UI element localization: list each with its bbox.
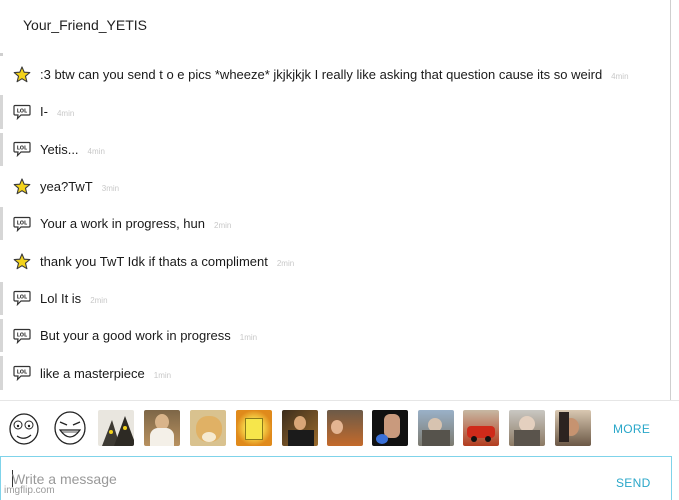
- svg-text:LOL: LOL: [17, 109, 28, 115]
- meme-bernie-icon[interactable]: [509, 410, 545, 446]
- meme-reaction-icon[interactable]: [555, 410, 591, 446]
- svg-text:LOL: LOL: [17, 370, 28, 376]
- message-row: :3 btw can you send t o e pics *wheeze* …: [0, 56, 670, 93]
- message-text: yea?TwT: [40, 179, 93, 195]
- message-timestamp: 4min: [56, 109, 75, 119]
- svg-text:LOL: LOL: [17, 332, 28, 338]
- svg-text:LOL: LOL: [17, 295, 28, 301]
- watermark: imgflip.com: [4, 485, 55, 496]
- sender-marker: [0, 132, 3, 166]
- message-timestamp: 4min: [611, 72, 629, 82]
- message-row: LOL Your a work in progress, hun 2min: [0, 205, 670, 242]
- send-button[interactable]: SEND: [616, 476, 651, 490]
- sender-marker: [0, 281, 3, 316]
- lol-speech-bubble-icon: LOL: [13, 141, 31, 158]
- message-row: LOL Yetis... 4min: [0, 131, 670, 168]
- message-row: LOL Lol It is 2min: [0, 280, 670, 317]
- meme-jesus-icon[interactable]: [144, 410, 180, 446]
- more-memes-button[interactable]: MORE: [613, 422, 650, 436]
- message-timestamp: 1min: [153, 370, 172, 380]
- sender-marker: [0, 95, 3, 129]
- message-text: Yetis...: [40, 141, 79, 157]
- message-timestamp: 2min: [276, 258, 295, 268]
- message-row: LOL like a masterpiece 1min: [0, 354, 670, 391]
- message-row: yea?TwT 3min: [0, 168, 670, 205]
- meme-disaster-girl-icon[interactable]: [327, 410, 363, 446]
- message-timestamp: 4min: [87, 146, 105, 156]
- message-text: Lol It is: [40, 290, 82, 306]
- lol-speech-bubble-icon: LOL: [13, 216, 31, 232]
- meme-bar: MORE: [0, 400, 679, 456]
- star-icon: [13, 253, 31, 269]
- message-timestamp: 3min: [101, 184, 120, 194]
- message-text: Your a work in progress, hun: [40, 216, 206, 232]
- message-text: :3 btw can you send t o e pics *wheeze* …: [40, 67, 603, 83]
- lol-speech-bubble-icon: LOL: [13, 328, 31, 344]
- message-row: LOL But your a good work in progress 1min: [0, 317, 670, 354]
- message-text: I-: [40, 104, 48, 120]
- message-timestamp: 2min: [214, 221, 232, 231]
- lol-speech-bubble-icon: LOL: [13, 290, 31, 307]
- meme-cats-icon[interactable]: [98, 410, 134, 446]
- svg-text:LOL: LOL: [17, 146, 28, 152]
- star-icon: [13, 66, 31, 83]
- star-icon: [13, 178, 31, 195]
- lol-speech-bubble-icon: LOL: [13, 365, 31, 382]
- message-list: :3 btw can you send t o e pics *wheeze* …: [0, 56, 670, 392]
- sender-marker: [0, 356, 3, 390]
- message-row: thank you TwT Idk if thats a compliment 2…: [0, 242, 670, 279]
- chat-title: Your_Friend_YETIS: [23, 17, 147, 33]
- meme-red-car-icon[interactable]: [463, 410, 499, 446]
- message-input[interactable]: [12, 471, 572, 487]
- divider: [670, 0, 671, 400]
- chat-window: Your_Friend_YETIS :3 btw can you send t …: [0, 0, 679, 500]
- lol-speech-bubble-icon: LOL: [13, 104, 31, 120]
- sender-marker: [0, 207, 3, 241]
- svg-text:LOL: LOL: [17, 220, 28, 226]
- message-composer: SEND: [0, 456, 672, 500]
- meme-doge-icon[interactable]: [190, 410, 226, 446]
- message-timestamp: 1min: [239, 333, 258, 343]
- message-text: But your a good work in progress: [40, 328, 231, 344]
- meme-lol-face-icon[interactable]: [52, 410, 88, 446]
- message-row: LOL I- 4min: [0, 93, 670, 130]
- meme-spongebob-icon[interactable]: [236, 410, 272, 446]
- meme-leo-toast-icon[interactable]: [282, 410, 318, 446]
- meme-grandma-icon[interactable]: [418, 410, 454, 446]
- meme-hand-icon[interactable]: [372, 410, 408, 446]
- message-timestamp: 2min: [90, 295, 108, 305]
- meme-rage-face-icon[interactable]: [6, 410, 42, 446]
- message-text: thank you TwT Idk if thats a compliment: [40, 253, 268, 269]
- message-text: like a masterpiece: [40, 365, 145, 381]
- sender-marker: [0, 319, 3, 353]
